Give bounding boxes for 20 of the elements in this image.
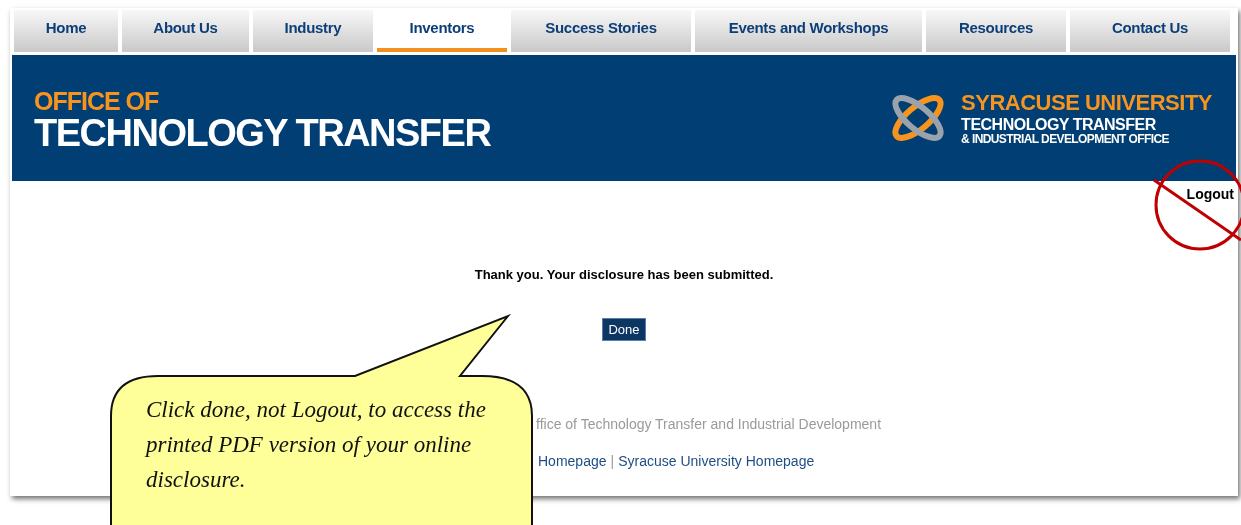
- unit-name: TECHNOLOGY TRANSFER: [961, 116, 1157, 133]
- unit-subtitle: & INDUSTRIAL DEVELOPMENT OFFICE: [961, 132, 1170, 145]
- callout-text: Click done, not Logout, to access the printed PDF version of your online disclosure.: [146, 396, 487, 494]
- site-title: TECHNOLOGY TRANSFER: [34, 113, 491, 152]
- nav-tab[interactable]: About Us: [122, 10, 249, 52]
- nav-tab[interactable]: Contact Us: [1070, 10, 1230, 52]
- nav-tab[interactable]: Home: [14, 10, 118, 52]
- nav-tab[interactable]: Events and Workshops: [695, 10, 922, 52]
- footer-text: ffice of Technology Transfer and Industrial Development: [536, 416, 882, 432]
- done-button[interactable]: Done: [602, 317, 646, 341]
- confirmation-message: Thank you. Your disclosure has been submitted.: [474, 266, 774, 284]
- nav-tab[interactable]: Resources: [926, 10, 1066, 52]
- nav-tab[interactable]: Success Stories: [511, 10, 691, 52]
- logout-link[interactable]: Logout: [1186, 184, 1234, 205]
- footer-link[interactable]: Homepage: [538, 451, 607, 472]
- nav-tab[interactable]: Industry: [253, 10, 373, 52]
- footer-link[interactable]: Syracuse University Homepage: [618, 451, 815, 472]
- office-label: OFFICE OF: [34, 88, 160, 114]
- footer-separator: |: [610, 452, 615, 471]
- university-name: SYRACUSE UNIVERSITY: [961, 91, 1212, 114]
